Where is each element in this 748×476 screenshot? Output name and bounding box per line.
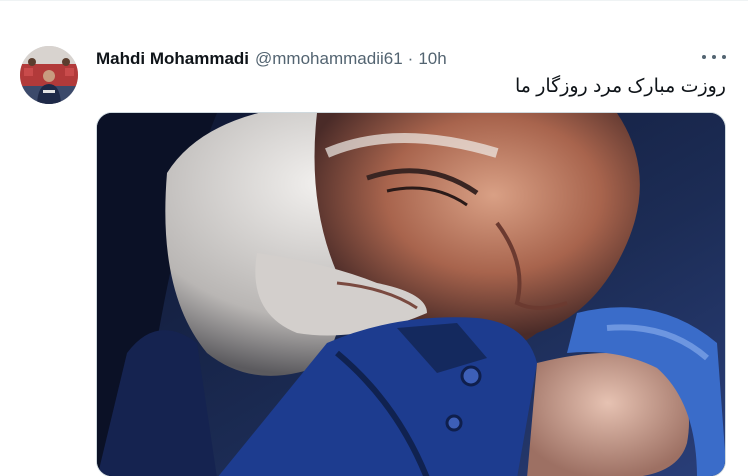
author-handle[interactable]: @mmohammadii61 — [255, 49, 403, 69]
avatar[interactable] — [20, 46, 78, 104]
separator-dot: · — [407, 49, 414, 68]
tweet-card[interactable]: Mahdi Mohammadi @mmohammadii61 · 10h روز… — [0, 0, 748, 476]
more-dot — [702, 55, 706, 59]
avatar-image — [20, 46, 78, 104]
author-name[interactable]: Mahdi Mohammadi — [96, 49, 249, 69]
tweet-header: Mahdi Mohammadi @mmohammadii61 · 10h — [96, 47, 447, 71]
photo-image — [97, 113, 725, 476]
more-dot — [722, 55, 726, 59]
tweet-photo[interactable] — [96, 112, 726, 476]
more-horizontal-icon[interactable] — [702, 47, 726, 67]
timestamp[interactable]: 10h — [418, 49, 446, 69]
tweet-text: روزت مبارک مرد روزگار ما — [514, 76, 726, 97]
more-dot — [712, 55, 716, 59]
